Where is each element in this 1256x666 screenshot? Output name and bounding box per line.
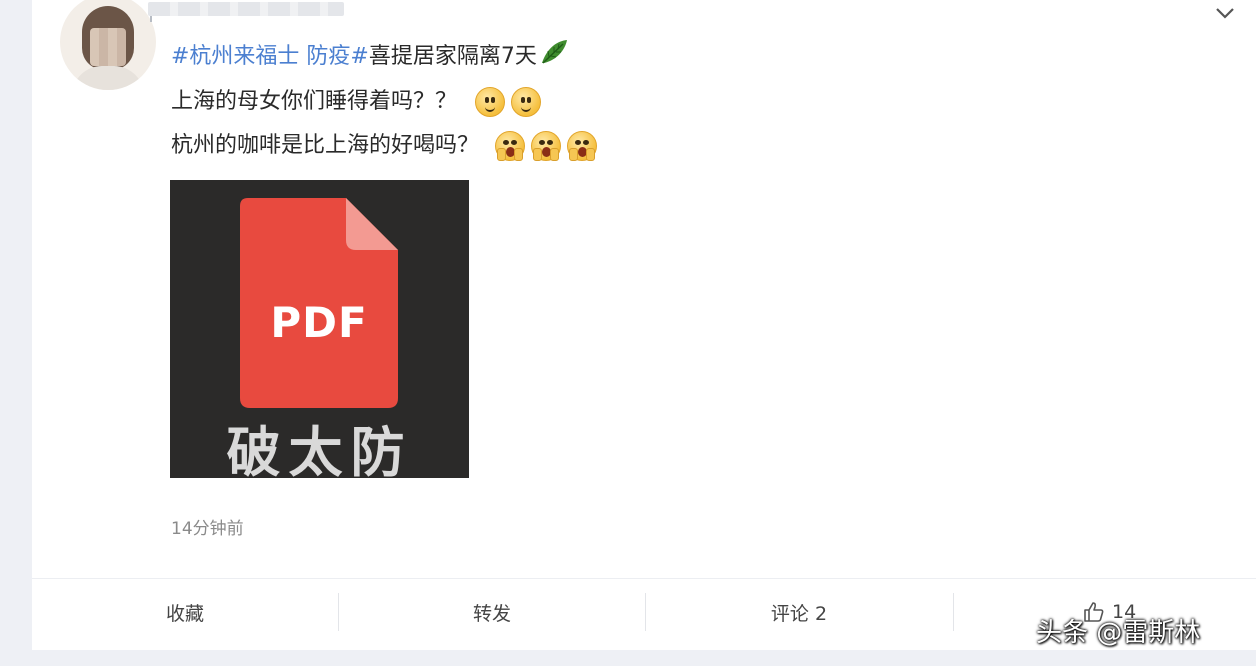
pdf-label: PDF bbox=[270, 298, 368, 347]
post-line-2: 上海的母女你们睡得着吗？？ bbox=[171, 86, 542, 118]
smile-emoji-icon bbox=[511, 87, 542, 117]
post-line-3: 杭州的咖啡是比上海的好喝吗？ bbox=[171, 130, 598, 162]
post-text-3: 杭州的咖啡是比上海的好喝吗？ bbox=[171, 133, 480, 158]
divider bbox=[953, 593, 954, 631]
smile-emoji-icon bbox=[475, 87, 506, 117]
avatar-face-blurred bbox=[90, 28, 126, 66]
image-caption: 破太防 bbox=[226, 421, 413, 484]
favorite-label: 收藏 bbox=[165, 602, 204, 625]
chevron-down-icon[interactable] bbox=[1214, 2, 1236, 24]
post-text-1: 喜提居家隔离7天 bbox=[368, 44, 537, 69]
username-blurred[interactable] bbox=[148, 2, 344, 16]
hashtag-link[interactable]: #杭州来福士 防疫# bbox=[171, 41, 369, 73]
avatar-collar bbox=[72, 66, 144, 90]
favorite-button[interactable]: 收藏 bbox=[32, 579, 338, 645]
post-image[interactable]: PDF 破太防 bbox=[170, 180, 469, 484]
shock-emoji-icon bbox=[495, 131, 526, 161]
shock-emoji-icon bbox=[531, 131, 562, 161]
repost-button[interactable]: 转发 bbox=[339, 579, 645, 645]
post-timestamp: 14分钟前 bbox=[171, 519, 244, 539]
watermark: 头条 @雷斯林 bbox=[1036, 618, 1201, 648]
comment-button[interactable]: 评论 2 bbox=[646, 579, 952, 645]
comment-label: 评论 2 bbox=[770, 602, 828, 625]
repost-label: 转发 bbox=[472, 602, 511, 625]
post-text-2: 上海的母女你们睡得着吗？？ bbox=[171, 89, 458, 114]
post-line-1: #杭州来福士 防疫# 喜提居家隔离7天 bbox=[171, 38, 569, 76]
leaf-icon bbox=[539, 38, 569, 76]
shock-emoji-icon bbox=[567, 131, 598, 161]
